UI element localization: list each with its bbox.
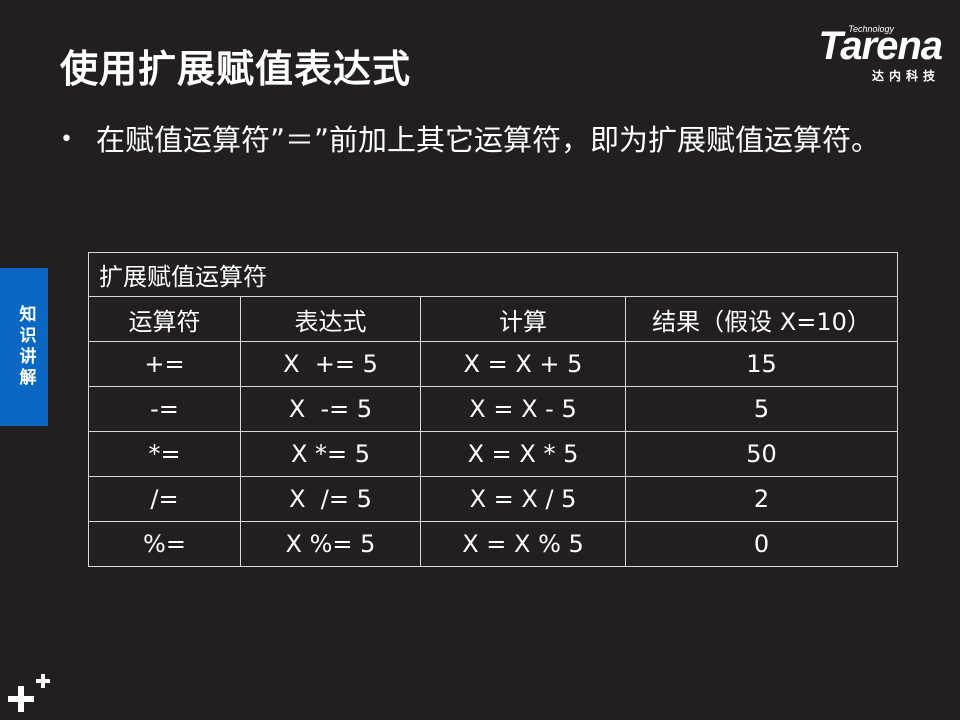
table-header-row: 运算符 表达式 计算 结果（假设 X=10） [88,296,898,342]
bullet-text: 在赋值运算符”＝”前加上其它运算符，即为扩展赋值运算符。 [96,123,881,157]
cell-calculation: X = X / 5 [420,476,626,522]
cell-expression: X *= 5 [240,431,421,477]
table-caption: 扩展赋值运算符 [88,252,898,297]
cell-expression: X += 5 [240,341,421,387]
cell-expression: X %= 5 [240,521,421,567]
cell-calculation: X = X * 5 [420,431,626,477]
table-row: /= X /= 5 X = X / 5 2 [88,476,898,522]
cell-result: 15 [625,341,898,387]
bullet-dot-icon: • [60,127,73,152]
side-tab-label: 知识讲解 [15,305,36,389]
table-row: -= X -= 5 X = X - 5 5 [88,386,898,432]
plus-decoration-icon [8,674,50,712]
cell-operator: *= [88,431,241,477]
header-expression: 表达式 [240,296,421,342]
tarena-logo: Technology Tarena 达内科技 [772,24,943,84]
header-operator: 运算符 [88,296,241,342]
slide-title: 使用扩展赋值表达式 [60,47,412,91]
cell-operator: /= [88,476,241,522]
table-row: += X += 5 X = X + 5 15 [88,341,898,387]
logo-cn-text: 达内科技 [871,69,940,83]
cell-result: 0 [625,521,898,567]
cell-operator: -= [88,386,241,432]
side-tab-knowledge: 知识讲解 [0,268,48,426]
table-row: *= X *= 5 X = X * 5 50 [88,431,898,477]
table-caption-row: 扩展赋值运算符 [88,252,898,297]
cell-operator: %= [88,521,241,567]
table-row: %= X %= 5 X = X % 5 0 [88,521,898,567]
cell-result: 2 [625,476,898,522]
bullet-point: • 在赋值运算符”＝”前加上其它运算符，即为扩展赋值运算符。 [60,118,890,162]
cell-calculation: X = X % 5 [420,521,626,567]
logo-brand-text: Tarena [818,24,943,68]
cell-result: 5 [625,386,898,432]
cell-calculation: X = X - 5 [420,386,626,432]
cell-result: 50 [625,431,898,477]
cell-calculation: X = X + 5 [420,341,626,387]
header-calculation: 计算 [420,296,626,342]
cell-expression: X /= 5 [240,476,421,522]
cell-expression: X -= 5 [240,386,421,432]
cell-operator: += [88,341,241,387]
header-result: 结果（假设 X=10） [625,296,898,342]
assignment-operators-table: 扩展赋值运算符 运算符 表达式 计算 结果（假设 X=10） += X += 5… [88,252,898,567]
